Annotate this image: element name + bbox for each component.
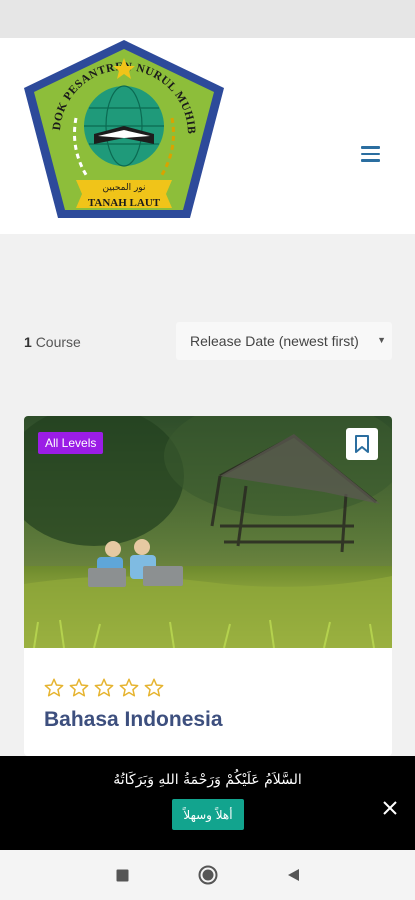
close-icon[interactable] [376,794,404,822]
back-triangle-icon[interactable] [281,863,305,887]
home-circle-icon[interactable] [196,863,220,887]
site-logo[interactable]: PONDOK PESANTREN NURUL MUHIBBIN نور المح… [20,38,228,222]
bookmark-icon[interactable] [346,428,378,460]
status-bar [0,0,415,38]
android-nav-bar [0,850,415,900]
star-icon [44,678,64,697]
sort-selected-value: Release Date (newest first) [190,333,359,349]
course-card[interactable]: All Levels Bahasa Indonesia [24,416,392,756]
logo-arabic-text: نور المحبين [103,183,146,193]
recents-square-icon[interactable] [110,863,134,887]
rating-stars [44,678,164,697]
star-icon [69,678,89,697]
logo-bottom-text: TANAH LAUT [88,197,161,209]
greeting-banner: السَّلاَمُ عَلَيْكُمْ وَرَحْمَةُ اللهِ و… [0,756,415,850]
hamburger-menu-icon[interactable] [356,142,384,166]
star-icon [119,678,139,697]
course-count-label: Course [35,334,81,350]
course-listing: 1 Course Release Date (newest first) ▼ A… [0,234,415,756]
caret-down-icon: ▼ [377,335,386,345]
greeting-text: السَّلاَمُ عَلَيْكُمْ وَرَحْمَةُ اللهِ و… [113,772,302,788]
star-icon [144,678,164,697]
accept-button[interactable]: أهلاً وسهلاً [172,799,244,830]
star-icon [94,678,114,697]
course-title[interactable]: Bahasa Indonesia [44,708,223,732]
level-badge: All Levels [38,432,104,454]
site-header: PONDOK PESANTREN NURUL MUHIBBIN نور المح… [0,38,415,234]
course-count: 1 Course [24,334,81,350]
sort-select[interactable]: Release Date (newest first) ▼ [176,322,392,360]
course-count-number: 1 [24,334,32,350]
